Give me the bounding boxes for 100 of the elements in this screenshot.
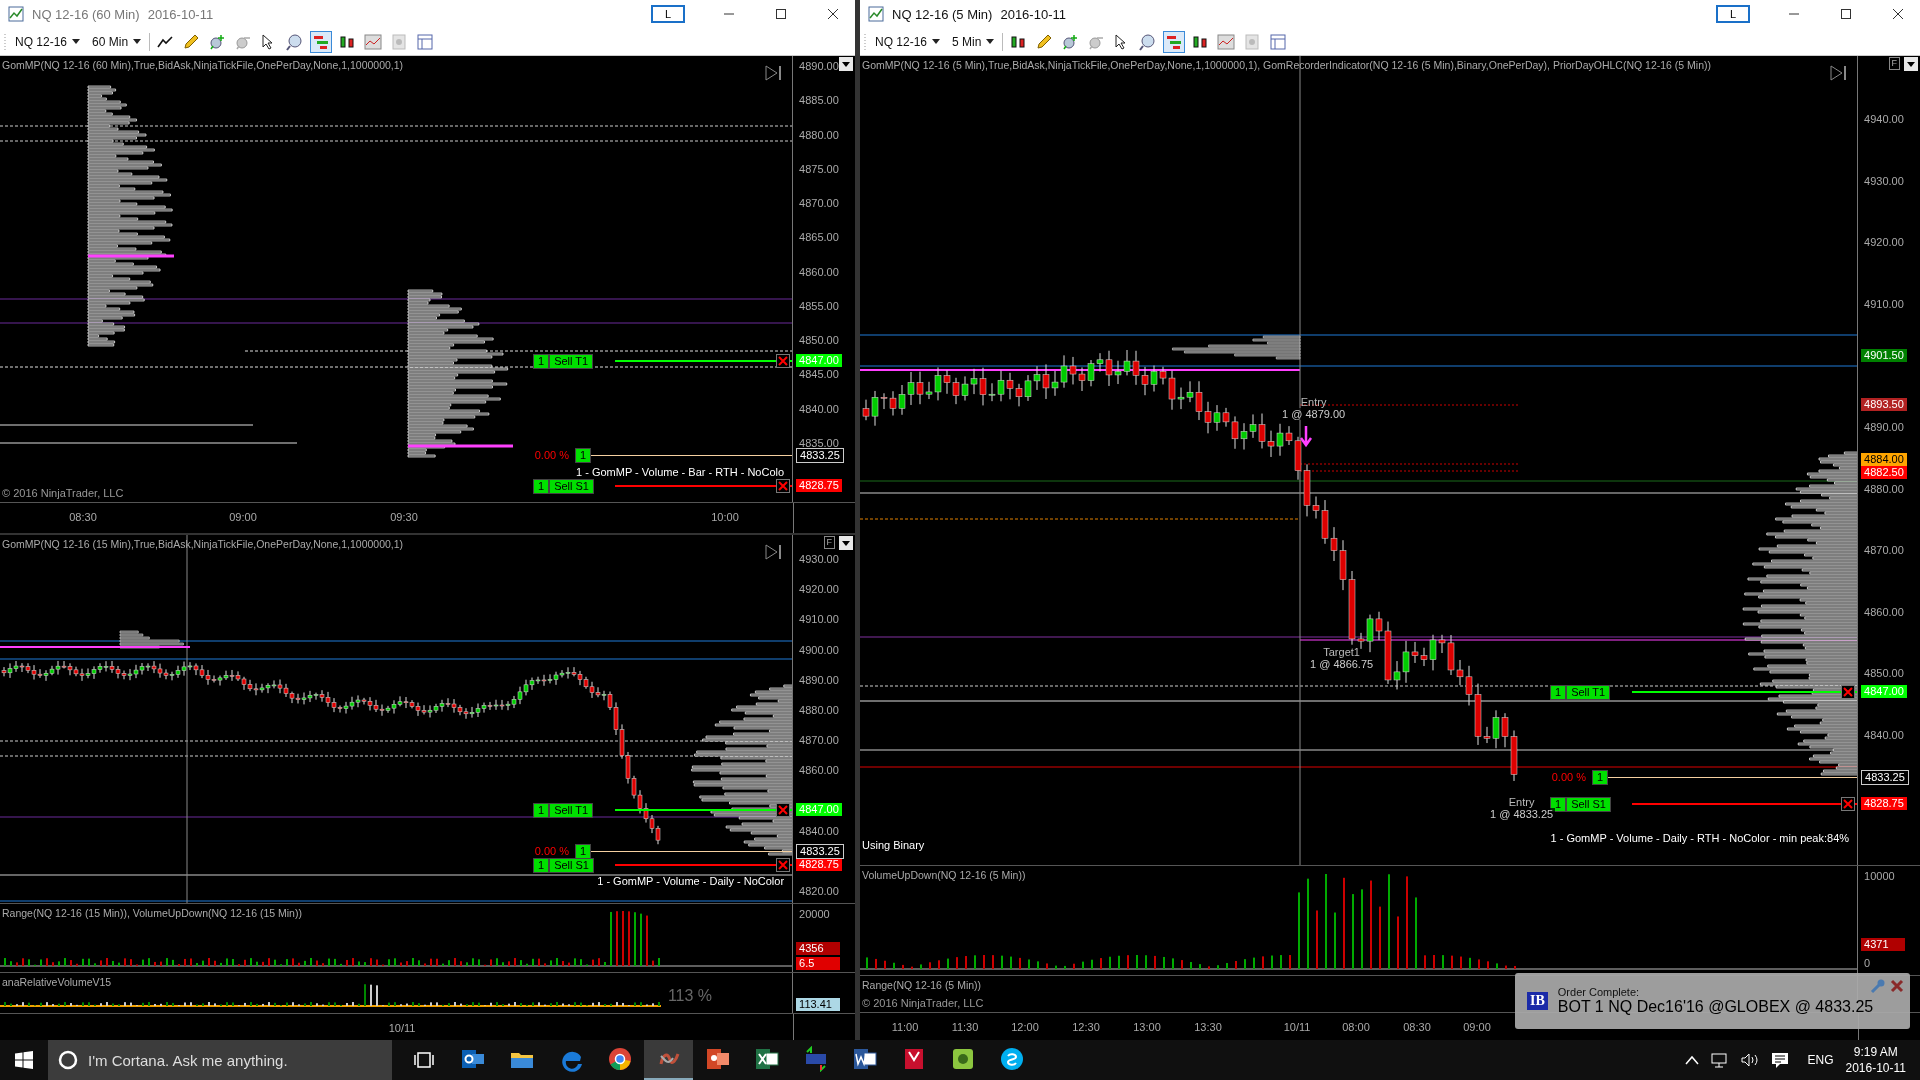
price-axis-label: 4885.00: [799, 94, 839, 107]
position-quantity[interactable]: 1: [575, 844, 592, 859]
price-axis-label: 4850.00: [1864, 667, 1904, 680]
price-axis-label: 4865.00: [799, 231, 839, 244]
price-axis-label: 4880.00: [799, 128, 839, 141]
price-axis-label: 4860.00: [1864, 605, 1904, 618]
price-tag: 4901.50: [1861, 349, 1907, 363]
price-axis-label: 4930.00: [1864, 174, 1904, 187]
price-axis-label: 4880.00: [1864, 482, 1904, 495]
position-quantity[interactable]: 1: [575, 448, 592, 463]
price-axis-label: 4910.00: [799, 613, 839, 626]
strategy-label: 1 - GomMP - Volume - Daily - NoColor: [597, 874, 785, 887]
price-axis-label: 4890.00: [1864, 421, 1904, 433]
price-axis-label: 4930.00: [799, 553, 839, 565]
order-price-tag: 4847.00: [796, 353, 842, 367]
position-quantity[interactable]: 1: [1592, 769, 1609, 785]
price-axis-label: 0: [1864, 957, 1871, 969]
broker-logo: IB: [1527, 992, 1548, 1010]
price-axis-label: 4900.00: [799, 643, 839, 656]
indicator-legend: Range(NQ 12-16 (15 Min)), VolumeUpDown(NQ 12-16 (15 Min)): [2, 907, 302, 919]
price-tag: 4371: [1861, 938, 1906, 951]
indicator-legend: Range(NQ 12-16 (5 Min)): [862, 979, 982, 991]
note-detail: 1 @ 4866.75: [1308, 658, 1376, 670]
time-axis-label: 11:30: [950, 1021, 980, 1033]
time-axis-label: 08:00: [1341, 1021, 1371, 1033]
price-axis-label: 4910.00: [1864, 297, 1904, 310]
order-label[interactable]: Sell S1: [1566, 797, 1611, 813]
time-axis-label: 09:30: [389, 511, 419, 523]
profit-percent: 0.00 %: [533, 844, 569, 858]
order-label[interactable]: Sell T1: [549, 802, 594, 818]
position-price-tag: 4833.25: [1861, 769, 1909, 785]
order-quantity[interactable]: 1: [533, 802, 550, 818]
search-field[interactable]: I'm Cortana. Ask me anything.: [48, 1040, 392, 1080]
price-axis-label: 4845.00: [799, 368, 839, 381]
strategy-label: 1 - GomMP - Volume - Daily - RTH - NoColor - min peak:84%: [1550, 832, 1850, 845]
interval-dropdown[interactable]: 5 Min: [948, 32, 999, 51]
price-axis-label: 4940.00: [1864, 113, 1904, 125]
language-indicator[interactable]: ENG: [1807, 1053, 1834, 1067]
time-axis-label: 11:00: [890, 1021, 920, 1033]
interval-dropdown[interactable]: 60 Min: [88, 32, 146, 51]
price-axis-label: 4860.00: [799, 265, 839, 278]
order-quantity[interactable]: 1: [533, 857, 550, 873]
time-axis-label: 13:00: [1132, 1021, 1162, 1033]
copyright-text: © 2016 NinjaTrader, LLC: [862, 997, 984, 1009]
price-tag: 4882.50: [1861, 466, 1907, 480]
window-date: 2016-10-11: [1000, 6, 1066, 22]
layout-button[interactable]: L: [1716, 5, 1750, 23]
time-axis-label: 13:30: [1193, 1021, 1223, 1033]
order-label[interactable]: Sell T1: [1566, 684, 1611, 700]
indicator-legend: GomMP(NQ 12-16 (60 Min),True,BidAsk,NinjaTickFile,OnePerDay,None,1,1000000,1): [2, 59, 404, 71]
price-axis-label: 4890.00: [799, 673, 839, 686]
relative-volume-reading: 113 %: [667, 987, 713, 1005]
notification-heading: Order Complete:: [1557, 986, 1641, 998]
caption-text: Using Binary: [862, 839, 925, 851]
order-price-tag: 4847.00: [796, 802, 842, 816]
price-axis-label: 4840.00: [799, 402, 839, 415]
panel-menu-button[interactable]: F: [1888, 57, 1900, 70]
strategy-label: 1 - GomMP - Volume - Bar - RTH - NoColo: [576, 465, 785, 478]
time-axis-label: 10/11: [1282, 1021, 1312, 1033]
price-tag: 113.41: [796, 998, 841, 1011]
price-axis-label: 4820.00: [799, 885, 839, 897]
order-label[interactable]: Sell T1: [549, 353, 594, 369]
note-detail: 1 @ 4833.25: [1488, 808, 1556, 820]
order-quantity[interactable]: 1: [1550, 797, 1567, 813]
price-axis-label: 4870.00: [799, 734, 839, 747]
price-axis-label: 4920.00: [1864, 236, 1904, 249]
order-quantity[interactable]: 1: [1550, 684, 1567, 700]
layout-button[interactable]: L: [651, 5, 685, 23]
time-axis-label: 09:00: [1462, 1021, 1492, 1033]
time-axis-label: 12:00: [1010, 1021, 1040, 1033]
time-axis-label: 08:30: [1402, 1021, 1432, 1033]
order-label[interactable]: Sell S1: [549, 857, 594, 873]
note-detail: 1 @ 4879.00: [1280, 408, 1348, 420]
order-quantity[interactable]: 1: [533, 353, 550, 369]
position-price-tag: 4833.25: [796, 844, 844, 859]
instrument-dropdown[interactable]: NQ 12-16: [871, 32, 945, 51]
order-label[interactable]: Sell S1: [549, 478, 594, 494]
clock-time[interactable]: 9:19 AM: [1853, 1044, 1898, 1060]
order-price-tag: 4828.75: [1861, 797, 1907, 811]
profit-percent: 0.00 %: [533, 448, 569, 462]
panel-menu-button[interactable]: F: [823, 536, 835, 549]
notification-message: BOT 1 NQ Dec16'16 @GLOBEX @ 4833.25: [1557, 998, 1874, 1016]
order-price-tag: 4828.75: [796, 478, 842, 492]
indicator-legend: GomMP(NQ 12-16 (15 Min),True,BidAsk,NinjaTickFile,OnePerDay,None,1,1000000,1): [2, 538, 404, 550]
price-axis-label: 20000: [799, 908, 830, 920]
instrument-dropdown[interactable]: NQ 12-16: [11, 32, 85, 51]
price-tag: 4356: [796, 942, 841, 955]
indicator-legend: anaRelativeVolumeV15: [2, 976, 112, 988]
order-price-tag: 4847.00: [1861, 684, 1907, 698]
clock-date[interactable]: 2016-10-11: [1845, 1060, 1906, 1076]
order-quantity[interactable]: 1: [533, 478, 550, 494]
price-axis-label: 4920.00: [799, 583, 839, 596]
price-axis-label: 4860.00: [799, 764, 839, 777]
copyright-text: © 2016 NinjaTrader, LLC: [2, 487, 124, 499]
time-axis-label: 08:30: [68, 511, 98, 523]
price-axis-label: 4870.00: [1864, 544, 1904, 557]
time-axis-label: 12:30: [1071, 1021, 1101, 1033]
window-title: NQ 12-16 (5 Min): [892, 6, 993, 22]
price-axis-label: 4880.00: [799, 703, 839, 716]
price-axis-label: 4870.00: [799, 197, 839, 210]
